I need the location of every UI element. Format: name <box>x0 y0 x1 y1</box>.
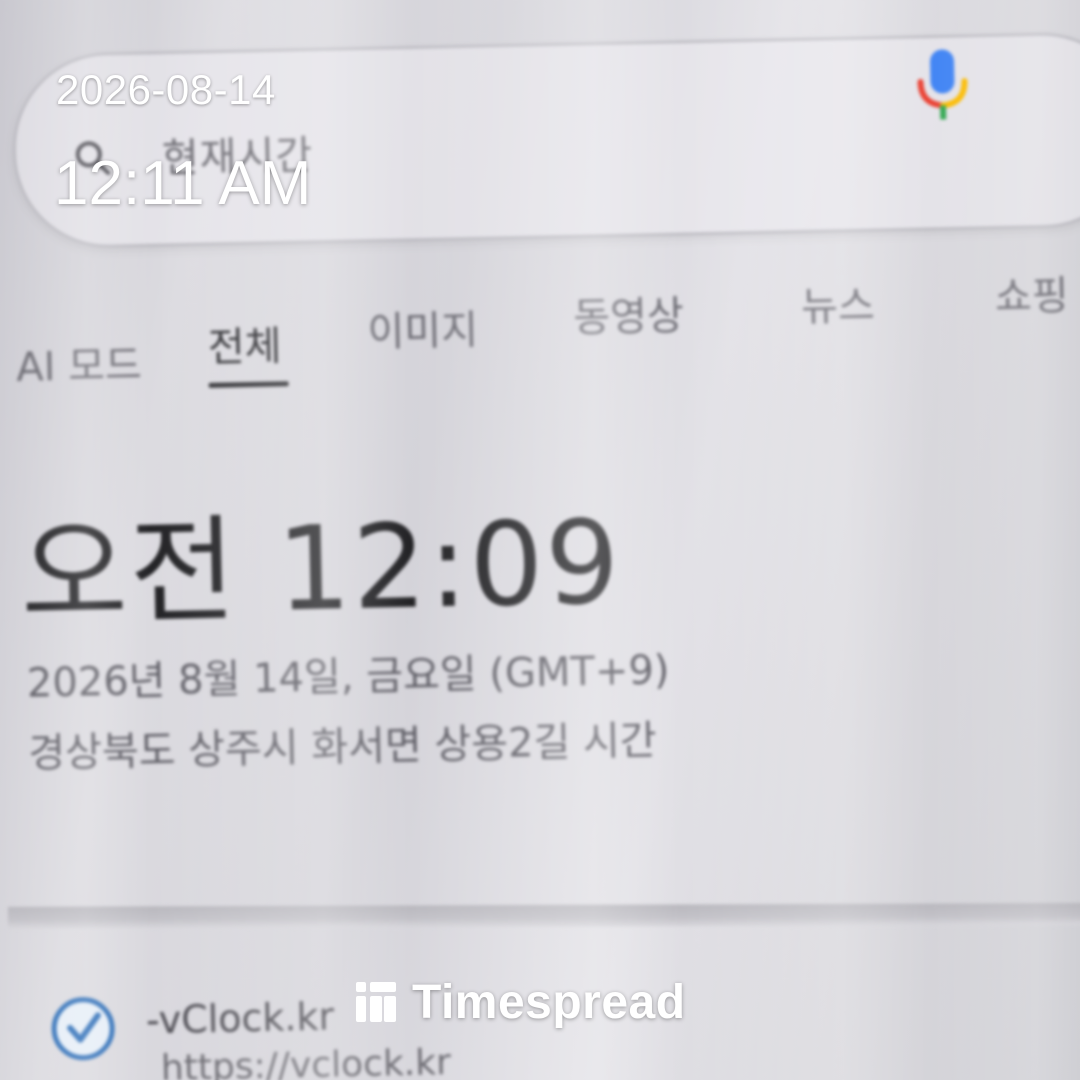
tab-videos[interactable]: 동영상 <box>573 283 685 343</box>
check-clock-icon <box>51 997 115 1061</box>
tab-ai-mode[interactable]: AI 모드 <box>16 332 143 393</box>
brand-name: Timespread <box>412 975 686 1029</box>
timestamp-time: 12:11 AM <box>54 149 312 218</box>
mic-icon[interactable] <box>912 47 976 124</box>
tab-all[interactable]: 전체 <box>207 313 282 373</box>
location-line: 경상북도 상주시 화서면 상용2길 시간 <box>27 717 658 777</box>
section-divider <box>7 903 1080 929</box>
tab-news[interactable]: 뉴스 <box>800 273 876 333</box>
timespread-watermark: Timespread <box>354 975 686 1029</box>
tab-images[interactable]: 이미지 <box>367 297 479 357</box>
tab-shopping[interactable]: 쇼핑 <box>994 263 1070 323</box>
timespread-logo-icon <box>356 982 396 1022</box>
timestamp-date: 2026-08-14 <box>56 66 276 113</box>
search-tabs: AI 모드 전체 이미지 동영상 뉴스 쇼핑 <box>0 273 1077 402</box>
current-time-display: 오전 12:09 <box>19 495 623 643</box>
current-date-line: 2026년 8월 14일, 금요일 (GMT+9) <box>26 647 670 707</box>
result-url[interactable]: https://vclock.kr <box>161 1042 452 1080</box>
result-site-name[interactable]: -vClock.kr <box>146 994 335 1042</box>
